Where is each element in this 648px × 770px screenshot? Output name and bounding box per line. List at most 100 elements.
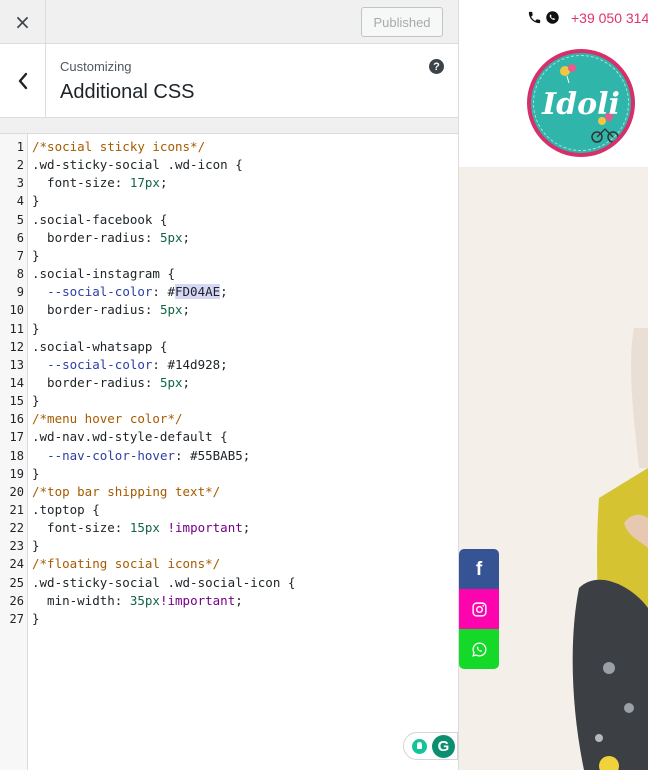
code-line[interactable]: 8 .social-instagram {	[0, 265, 458, 283]
code-token: 5px	[159, 229, 183, 245]
code-token: :	[114, 592, 130, 608]
site-header: Idoli	[459, 38, 648, 168]
grammarly-icon[interactable]: G	[432, 735, 455, 758]
code-line[interactable]: 6 border-radius: 5px;	[0, 229, 458, 247]
code-text: .wd-nav.wd-style-default {	[32, 428, 228, 446]
phone-number[interactable]: +39 050 314	[571, 10, 648, 26]
code-line[interactable]: 15}	[0, 392, 458, 410]
code-token: ;	[220, 284, 228, 300]
code-token: --social-color	[47, 284, 153, 300]
social-whatsapp-button[interactable]	[459, 629, 499, 669]
site-logo[interactable]: Idoli	[527, 49, 635, 157]
code-line[interactable]: 3 font-size: 17px;	[0, 174, 458, 192]
css-code-editor[interactable]: 1 /*social sticky icons*/ 2 .wd-sticky-soci…	[0, 133, 458, 770]
phone-icon	[528, 11, 541, 24]
code-text: .wd-sticky-social .wd-social-icon {	[32, 574, 295, 592]
code-line[interactable]: 16 /*menu hover color*/	[0, 410, 458, 428]
code-token: .social-whatsapp {	[32, 338, 168, 354]
code-text: border-radius: 5px;	[32, 229, 190, 247]
code-line[interactable]: 23}	[0, 537, 458, 555]
code-line[interactable]: 24 /*floating social icons*/	[0, 555, 458, 573]
line-number: 16	[9, 412, 24, 427]
line-number: 15	[9, 394, 24, 409]
line-number: 6	[16, 230, 24, 245]
breadcrumb: Customizing	[60, 59, 132, 74]
social-facebook-button[interactable]: f	[459, 549, 499, 589]
code-line[interactable]: 22 font-size: 15px !important;	[0, 519, 458, 537]
line-number: 19	[9, 466, 24, 481]
code-text: .toptop {	[32, 501, 100, 519]
code-token: font-size	[32, 520, 115, 536]
code-token: 5px	[159, 374, 183, 390]
line-number: 24	[9, 557, 24, 572]
code-line[interactable]: 27}	[0, 610, 458, 628]
code-line[interactable]: 26 min-width: 35px!important;	[0, 592, 458, 610]
line-number: 11	[9, 321, 24, 336]
code-token: ;	[220, 356, 228, 372]
code-text: .social-whatsapp {	[32, 338, 167, 356]
code-text: }	[32, 247, 40, 265]
instagram-icon	[471, 601, 487, 617]
code-token: border-radius	[32, 229, 145, 245]
code-line[interactable]: 20 /*top bar shipping text*/	[0, 483, 458, 501]
code-text: }	[32, 537, 40, 555]
code-text: }	[32, 320, 40, 338]
code-line[interactable]: 14 border-radius: 5px;	[0, 374, 458, 392]
publish-button[interactable]: Published	[361, 7, 443, 37]
customizer-panel: × Published Customizing Additional CSS ?…	[0, 0, 459, 770]
code-token: }	[32, 538, 40, 554]
code-text: .social-facebook {	[32, 211, 167, 229]
code-token: :	[114, 520, 130, 536]
code-token: .wd-nav.wd-style-default {	[32, 429, 228, 445]
code-token: }	[32, 320, 40, 336]
line-number: 26	[9, 593, 24, 608]
code-line[interactable]: 5 .social-facebook {	[0, 211, 458, 229]
line-number: 23	[9, 539, 24, 554]
close-customizer-button[interactable]: ×	[0, 0, 46, 43]
lightbulb-icon[interactable]	[412, 739, 427, 754]
code-line[interactable]: 18 --nav-color-hover: #55BAB5;	[0, 447, 458, 465]
line-number: 10	[9, 303, 24, 318]
line-number: 25	[9, 575, 24, 590]
code-line[interactable]: 13 --social-color: #14d928;	[0, 356, 458, 374]
code-token: .social-facebook {	[32, 211, 168, 227]
code-line[interactable]: 25 .wd-sticky-social .wd-social-icon {	[0, 574, 458, 592]
code-line[interactable]: 7}	[0, 247, 458, 265]
back-button[interactable]	[0, 44, 46, 117]
line-number: 2	[16, 158, 24, 173]
line-number: 3	[16, 176, 24, 191]
code-line[interactable]: 2 .wd-sticky-social .wd-icon {	[0, 156, 458, 174]
line-number: 21	[9, 503, 24, 517]
help-icon[interactable]: ?	[429, 59, 444, 74]
code-line[interactable]: 17 .wd-nav.wd-style-default {	[0, 428, 458, 446]
code-token: }	[32, 610, 40, 626]
line-number: 27	[9, 611, 24, 626]
code-line[interactable]: 1 /*social sticky icons*/	[0, 138, 458, 156]
code-token: .social-instagram {	[32, 266, 175, 282]
line-number: 13	[9, 357, 24, 372]
code-line[interactable]: 4}	[0, 192, 458, 210]
line-number: 12	[9, 339, 24, 354]
code-token: :	[144, 374, 160, 390]
code-line[interactable]: 9 --social-color: #FD04AE;	[0, 283, 458, 301]
whatsapp-icon	[546, 11, 559, 24]
code-line[interactable]: 21 .toptop {	[0, 501, 458, 519]
site-preview: +39 050 314 Idoli f	[459, 0, 648, 770]
code-line[interactable]: 10 border-radius: 5px;	[0, 301, 458, 319]
code-line[interactable]: 12 .social-whatsapp {	[0, 338, 458, 356]
line-number: 9	[16, 285, 24, 300]
grammarly-widget[interactable]: G	[403, 732, 458, 760]
line-number: 18	[9, 448, 24, 463]
code-line[interactable]: 11}	[0, 320, 458, 338]
hero-image	[459, 168, 648, 770]
whatsapp-icon	[471, 641, 486, 657]
code-line[interactable]: 19}	[0, 465, 458, 483]
social-instagram-button[interactable]	[459, 589, 499, 629]
code-text: --social-color: #14d928;	[32, 356, 228, 374]
code-token: .wd-sticky-social .wd-social-icon {	[32, 574, 296, 590]
line-number: 14	[9, 375, 24, 390]
code-token: 5px	[159, 302, 183, 318]
code-text: /*top bar shipping text*/	[32, 483, 220, 501]
